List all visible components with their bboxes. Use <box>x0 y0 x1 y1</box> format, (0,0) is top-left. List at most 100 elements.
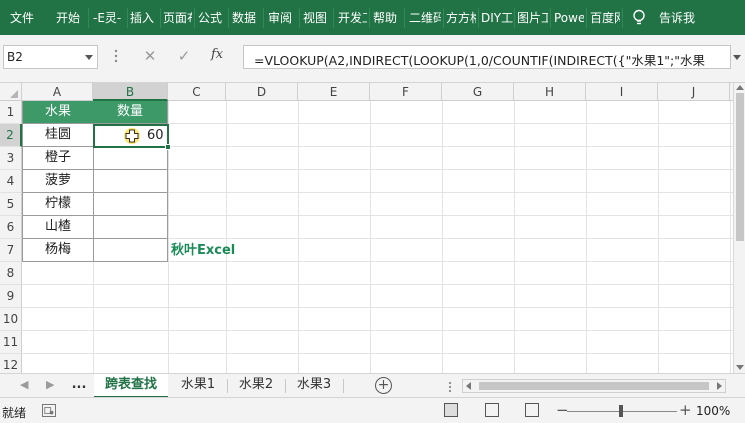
tab-file[interactable]: 文件 <box>10 10 38 26</box>
column-header-f[interactable]: F <box>370 83 442 101</box>
row-header-5[interactable]: 5 <box>0 193 22 216</box>
tab-review[interactable]: 审阅 <box>268 10 296 26</box>
vertical-scrollbar[interactable] <box>733 83 745 373</box>
cell-a7[interactable]: 杨梅 <box>22 239 94 262</box>
horizontal-scrollbar[interactable] <box>462 379 726 393</box>
lightbulb-icon[interactable] <box>632 9 646 27</box>
scroll-up-icon[interactable] <box>736 85 744 90</box>
cell-b3[interactable] <box>93 147 168 170</box>
column-header-a[interactable]: A <box>22 83 93 101</box>
cell-a2[interactable]: 桂圆 <box>22 124 94 147</box>
row-header-2[interactable]: 2 <box>0 124 22 147</box>
vertical-scroll-thumb[interactable] <box>736 93 744 241</box>
tab-e-ling[interactable]: -E灵- <box>93 10 125 26</box>
cell-a1-header[interactable]: 水果 <box>22 101 94 124</box>
column-header-j[interactable]: J <box>658 83 730 101</box>
row-header-4[interactable]: 4 <box>0 170 22 193</box>
column-header-h[interactable]: H <box>514 83 586 101</box>
select-all-triangle-icon <box>10 90 18 98</box>
cell-a3[interactable]: 橙子 <box>22 147 94 170</box>
tab-developer[interactable]: 开发工 <box>338 10 367 26</box>
add-sheet-icon[interactable]: + <box>375 377 392 394</box>
row-header-1[interactable]: 1 <box>0 101 22 124</box>
cell-a6[interactable]: 山楂 <box>22 216 94 239</box>
formula-input[interactable]: =VLOOKUP(A2,INDIRECT(LOOKUP(1,0/COUNTIF(… <box>243 45 731 69</box>
tab-formulas[interactable]: 公式 <box>198 10 226 26</box>
gridline <box>370 101 371 373</box>
drag-handle-icon[interactable] <box>114 47 118 65</box>
tab-baidu-netdisk[interactable]: 百度网 <box>590 10 620 26</box>
row-header-7[interactable]: 7 <box>0 239 22 262</box>
gridline <box>226 101 227 373</box>
column-header-c[interactable]: C <box>168 83 226 101</box>
column-headers: A B C D E F G H I J <box>0 83 733 101</box>
horizontal-scroll-thumb[interactable] <box>479 382 709 390</box>
tab-separator <box>299 8 300 28</box>
cell-b1-header[interactable]: 数量 <box>93 101 168 124</box>
chevron-down-icon[interactable] <box>85 55 93 60</box>
formula-text: =VLOOKUP(A2,INDIRECT(LOOKUP(1,0/COUNTIF(… <box>254 53 706 68</box>
gridline <box>298 101 299 373</box>
column-header-b[interactable]: B <box>93 83 168 101</box>
tab-power[interactable]: Power <box>554 10 584 26</box>
tab-fangfang-grid[interactable]: 方方格 <box>446 10 476 26</box>
tab-help[interactable]: 帮助 <box>373 10 401 26</box>
sheet-tab-fruit3[interactable]: 水果3 <box>286 374 342 398</box>
next-sheet-icon[interactable]: ▶ <box>46 378 54 391</box>
expand-formula-icon[interactable] <box>733 55 741 60</box>
row-header-10[interactable]: 10 <box>0 308 22 331</box>
scroll-left-icon[interactable] <box>466 382 471 390</box>
tab-separator <box>194 8 195 28</box>
check-icon[interactable]: ✓ <box>175 47 193 65</box>
sheet-tab-cross-lookup[interactable]: 跨表查找 <box>94 374 168 398</box>
cell-a4[interactable]: 菠萝 <box>22 170 94 193</box>
zoom-out-button[interactable]: − <box>556 401 569 419</box>
cell-b6[interactable] <box>93 216 168 239</box>
scroll-right-icon[interactable] <box>717 382 722 390</box>
cell-b7[interactable] <box>93 239 168 262</box>
tab-view[interactable]: 视图 <box>303 10 331 26</box>
sheet-tab-fruit1[interactable]: 水果1 <box>170 374 226 398</box>
row-header-11[interactable]: 11 <box>0 331 22 354</box>
drag-handle-icon[interactable] <box>448 380 452 394</box>
select-all-corner[interactable] <box>0 83 22 101</box>
prev-sheet-icon[interactable]: ◀ <box>20 378 28 391</box>
more-sheets-button[interactable]: ... <box>68 374 90 398</box>
cell-a5[interactable]: 柠檬 <box>22 193 94 216</box>
row-header-6[interactable]: 6 <box>0 216 22 239</box>
page-break-view-icon[interactable] <box>525 403 539 417</box>
row-header-3[interactable]: 3 <box>0 147 22 170</box>
tab-separator <box>622 8 623 28</box>
tab-diy-tools[interactable]: DIY工 <box>481 10 513 26</box>
normal-view-icon[interactable] <box>444 403 458 417</box>
scroll-down-icon[interactable] <box>736 365 744 370</box>
tab-home[interactable]: 开始 <box>56 10 84 26</box>
cell-b5[interactable] <box>93 193 168 216</box>
tell-me-search[interactable]: 告诉我 <box>659 10 699 26</box>
insert-function-button[interactable]: fx <box>211 47 223 62</box>
page-layout-view-icon[interactable] <box>485 403 499 417</box>
column-header-i[interactable]: I <box>586 83 658 101</box>
column-header-g[interactable]: G <box>442 83 514 101</box>
zoom-slider-thumb[interactable] <box>619 405 623 417</box>
row-header-9[interactable]: 9 <box>0 285 22 308</box>
tab-insert[interactable]: 插入 <box>130 10 158 26</box>
cancel-icon[interactable]: ✕ <box>141 47 159 65</box>
zoom-level[interactable]: 100% <box>696 404 730 418</box>
column-header-e[interactable]: E <box>298 83 370 101</box>
tab-qrcode[interactable]: 二维码 <box>409 10 441 26</box>
cell-b4[interactable] <box>93 170 168 193</box>
tab-page-layout[interactable]: 页面布 <box>163 10 192 26</box>
fill-handle[interactable] <box>165 144 171 150</box>
zoom-in-button[interactable]: + <box>679 401 692 419</box>
tab-picture-tools[interactable]: 图片工 <box>517 10 548 26</box>
row-header-12[interactable]: 12 <box>0 354 22 373</box>
name-box[interactable]: B2 <box>3 45 98 69</box>
tab-separator <box>369 8 370 28</box>
sheet-tab-fruit2[interactable]: 水果2 <box>228 374 284 398</box>
column-header-d[interactable]: D <box>226 83 298 101</box>
tab-data[interactable]: 数据 <box>232 10 260 26</box>
worksheet-grid[interactable]: A B C D E F G H I J 1 2 3 4 5 6 7 8 9 10… <box>0 83 733 373</box>
macro-record-icon[interactable] <box>42 404 56 417</box>
row-header-8[interactable]: 8 <box>0 262 22 285</box>
